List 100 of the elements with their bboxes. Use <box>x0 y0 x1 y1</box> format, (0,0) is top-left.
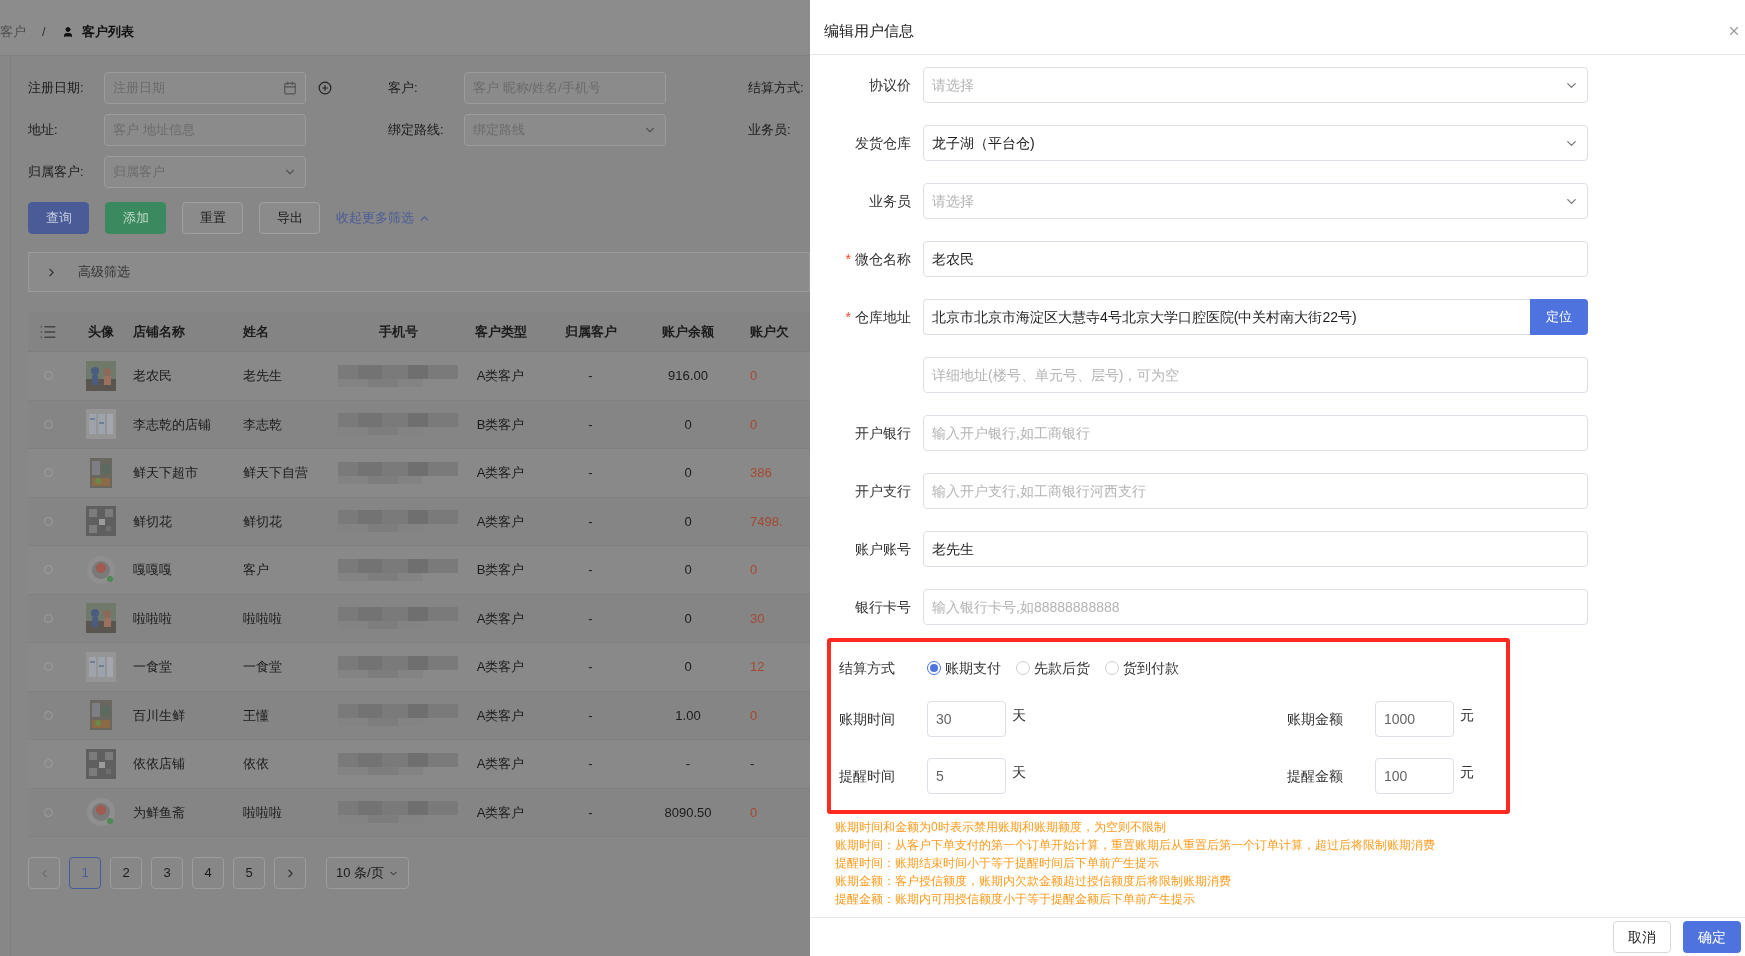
page-button[interactable]: 3 <box>151 857 183 889</box>
field-label: 协议价 <box>869 75 911 95</box>
input-field[interactable]: 老农民 <box>923 241 1588 277</box>
unit-label: 元 <box>1460 706 1474 725</box>
column-header: 店铺名称 <box>133 322 185 341</box>
note-text: 账期时间：从客户下单支付的第一个订单开始计算，重置账期后从重置后第一个订单计算，超过后将限制账期消费 <box>835 837 1436 854</box>
table-cell-text: 老农民 <box>133 367 172 385</box>
filter-label: 业务员: <box>748 121 792 140</box>
table-cell-text: 鲜切花 <box>243 512 282 531</box>
radio-label[interactable]: 货到付款 <box>1123 657 1179 679</box>
table-cell-text: 0 <box>684 415 692 434</box>
table-cell-text: 30 <box>750 609 765 628</box>
action-button[interactable]: 导出 <box>259 202 320 234</box>
action-button[interactable]: 查询 <box>28 202 89 234</box>
input-field[interactable]: 30 <box>927 701 1006 737</box>
page-button[interactable]: 5 <box>233 857 265 889</box>
table-cell-text: 0 <box>750 561 758 579</box>
table-cell-text: B类客户 <box>476 561 525 579</box>
action-button[interactable]: 重置 <box>182 202 243 234</box>
confirm-button[interactable]: 确定 <box>1683 921 1741 953</box>
table-cell-text: 客户 <box>243 561 269 579</box>
table-cell-text: A类客户 <box>476 658 525 676</box>
select-field[interactable]: 龙子湖（平台仓) <box>923 125 1588 161</box>
field-label: 账期时间 <box>839 709 896 729</box>
table-cell-text: 鲜天下超市 <box>133 464 198 482</box>
table-cell-text: 0 <box>750 706 758 725</box>
table-cell-text: - <box>588 706 593 725</box>
table-cell-text: 0 <box>684 464 692 482</box>
column-header: 头像 <box>87 322 114 341</box>
table-cell-text: - <box>750 755 755 773</box>
table-cell-text: A类客户 <box>476 464 525 482</box>
table-cell-text: A类客户 <box>476 803 525 822</box>
close-icon[interactable] <box>1727 24 1741 38</box>
breadcrumb-link[interactable]: 客户 <box>0 21 26 42</box>
table-cell-text: 王懂 <box>243 706 269 725</box>
unit-label: 元 <box>1460 763 1474 782</box>
input-field[interactable]: 北京市北京市海淀区大慧寺4号北京大学口腔医院(中关村南大街22号) <box>923 299 1530 335</box>
table-cell-text: 0 <box>750 415 758 434</box>
radio-label[interactable]: 账期支付 <box>945 657 1001 679</box>
radio-label[interactable]: 先款后货 <box>1034 657 1090 679</box>
column-header: 手机号 <box>378 322 418 341</box>
calendar-icon <box>283 81 297 95</box>
locate-button[interactable]: 定位 <box>1530 299 1588 335</box>
table-cell-text: A类客户 <box>476 367 525 385</box>
table-cell-text: 啦啦啦 <box>243 609 282 628</box>
input-field[interactable]: 5 <box>927 758 1006 794</box>
field-label: 发货仓库 <box>855 133 911 153</box>
filter-label: 地址: <box>28 121 59 140</box>
table-cell-text: 老先生 <box>243 367 282 385</box>
next-page-button[interactable] <box>274 857 306 889</box>
page-button[interactable]: 2 <box>110 857 142 889</box>
table-cell-text: - <box>588 609 593 628</box>
table-cell-text: 7498. <box>750 512 783 531</box>
table-cell-text: 0 <box>750 803 758 822</box>
note-text: 账期时间和金额为0时表示禁用账期和账期额度，为空则不限制 <box>835 819 1167 836</box>
table-cell-text: 依依店铺 <box>133 755 185 773</box>
page-size-select[interactable]: 10 条/页 <box>326 857 409 889</box>
table-cell-text: 0 <box>684 561 692 579</box>
table-cell-text: 12 <box>750 658 765 676</box>
table-cell-text: 386 <box>750 464 772 482</box>
field-label: 银行卡号 <box>855 597 911 617</box>
user-icon <box>61 25 74 38</box>
table-cell-text: 李志乾 <box>243 415 282 434</box>
input-field[interactable]: 1000 <box>1375 701 1454 737</box>
page-button[interactable]: 4 <box>192 857 224 889</box>
breadcrumb-current: 客户列表 <box>81 22 134 41</box>
column-header: 客户类型 <box>474 322 527 341</box>
field-label: * 微仓名称 <box>845 249 911 269</box>
add-icon[interactable] <box>318 81 332 95</box>
table-cell-text: - <box>588 464 593 482</box>
table-cell-text: 鲜天下自营 <box>243 464 308 482</box>
input-field[interactable]: 老先生 <box>923 531 1588 567</box>
advanced-filter-bar[interactable]: 高级筛选 <box>28 252 810 292</box>
input-field[interactable]: 100 <box>1375 758 1454 794</box>
table-cell-text: - <box>685 755 691 773</box>
action-button[interactable]: 添加 <box>105 202 166 234</box>
field-label: 账户账号 <box>855 539 911 559</box>
table-cell-text: - <box>588 512 593 531</box>
table-cell-text: - <box>588 755 593 773</box>
breadcrumb-separator: / <box>42 22 46 41</box>
table-cell-text: - <box>588 367 593 385</box>
field-label: 开户支行 <box>855 481 911 501</box>
table-cell-text: - <box>588 415 593 434</box>
previous-page-button[interactable] <box>28 857 60 889</box>
table-cell-text: A类客户 <box>476 512 525 531</box>
table-cell-text: A类客户 <box>476 609 525 628</box>
table-cell-text: 为鲜鱼斋 <box>133 803 185 822</box>
table-cell-text: 百川生鲜 <box>133 706 185 725</box>
table-cell-text: A类客户 <box>476 755 525 773</box>
field-label: * 仓库地址 <box>845 307 911 327</box>
unit-label: 天 <box>1012 706 1026 725</box>
table-cell-text: 8090.50 <box>664 803 712 822</box>
field-label: 提醒时间 <box>839 766 896 786</box>
column-header: 姓名 <box>243 322 269 341</box>
table-cell-text: 李志乾的店铺 <box>133 415 211 434</box>
cancel-button[interactable]: 取消 <box>1613 921 1671 953</box>
table-cell-text: B类客户 <box>476 415 525 434</box>
table-cell-text: 916.00 <box>668 367 708 385</box>
column-header: 账户欠 <box>750 322 789 341</box>
table-cell-text: - <box>588 561 593 579</box>
